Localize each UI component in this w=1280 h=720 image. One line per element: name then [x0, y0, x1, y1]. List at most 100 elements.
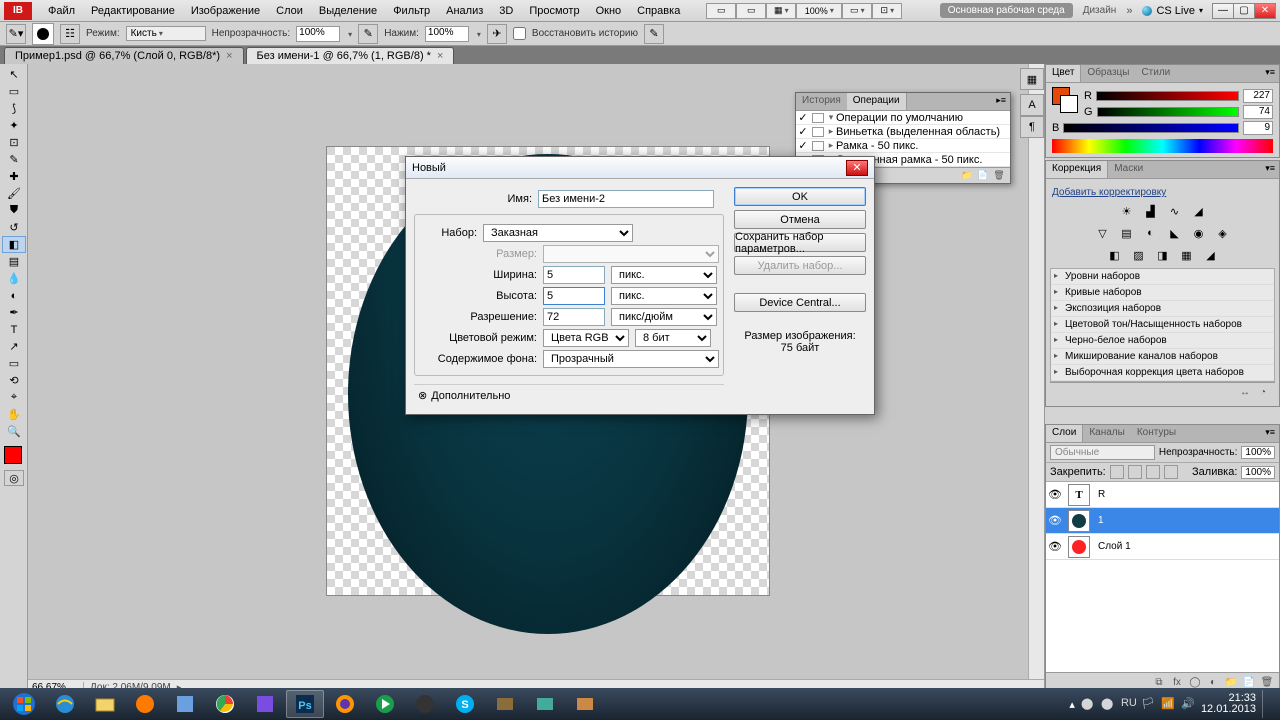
height-input[interactable]: [543, 287, 605, 305]
restore-history-check[interactable]: [513, 27, 526, 40]
vibrance-icon[interactable]: ▽: [1094, 224, 1112, 242]
zoom-tool[interactable]: 🔍: [2, 423, 26, 440]
invert-icon[interactable]: ◧: [1106, 246, 1124, 264]
masks-tab[interactable]: Маски: [1108, 161, 1149, 178]
pressure-size-icon[interactable]: ✎: [644, 24, 664, 44]
tray-icon[interactable]: ⬤: [1101, 697, 1115, 711]
taskbar-chrome[interactable]: [206, 690, 244, 718]
history-tab[interactable]: История: [796, 93, 847, 110]
taskbar-app4[interactable]: [486, 690, 524, 718]
res-input[interactable]: [543, 308, 605, 326]
arrange-dd[interactable]: ▦: [766, 3, 796, 19]
tray-flag-icon[interactable]: 🏳: [1141, 697, 1155, 711]
extras-dd[interactable]: ⊡: [872, 3, 902, 19]
lock-pos-icon[interactable]: [1146, 465, 1160, 479]
type-tool[interactable]: T: [2, 321, 26, 338]
taskbar-explorer[interactable]: [86, 690, 124, 718]
taskbar-media[interactable]: [366, 690, 404, 718]
workspace-design[interactable]: Дизайн: [1077, 3, 1123, 18]
layers-tab[interactable]: Слои: [1046, 425, 1083, 442]
window-minimize[interactable]: —: [1212, 3, 1234, 19]
ok-button[interactable]: OK: [734, 187, 866, 206]
cs-live[interactable]: CS Live▾: [1136, 5, 1209, 17]
foreground-color[interactable]: [4, 446, 22, 464]
gradient-map-icon[interactable]: ▦: [1178, 246, 1196, 264]
posterize-icon[interactable]: ▨: [1130, 246, 1148, 264]
char-icon[interactable]: A: [1020, 94, 1044, 116]
color-tab[interactable]: Цвет: [1046, 65, 1081, 82]
scrollbar-vertical[interactable]: [1028, 64, 1044, 679]
new-set-icon[interactable]: 📁: [960, 169, 974, 183]
lock-trans-icon[interactable]: [1110, 465, 1124, 479]
flow-chev[interactable]: [475, 28, 481, 40]
layer-thumb[interactable]: [1068, 536, 1090, 558]
preset-item[interactable]: Микширование каналов наборов: [1051, 349, 1274, 365]
b-slider[interactable]: [1063, 123, 1239, 133]
channel-mixer-icon[interactable]: ◈: [1214, 224, 1232, 242]
tray-lang[interactable]: RU: [1121, 697, 1135, 711]
tab-close-icon[interactable]: ×: [226, 50, 232, 62]
selective-color-icon[interactable]: ◢: [1202, 246, 1220, 264]
tray-icon[interactable]: ⬤: [1081, 697, 1095, 711]
taskbar-ie[interactable]: [46, 690, 84, 718]
taskbar-photoshop[interactable]: Ps: [286, 690, 324, 718]
height-unit[interactable]: пикс.: [611, 287, 717, 305]
3d-camera-tool[interactable]: ⌖: [2, 389, 26, 406]
menu-edit[interactable]: Редактирование: [83, 2, 183, 20]
blend-mode[interactable]: Обычные: [1050, 445, 1155, 460]
mb-icon[interactable]: ▦: [1020, 68, 1044, 90]
taskbar-app1[interactable]: [126, 690, 164, 718]
preset-item[interactable]: Экспозиция наборов: [1051, 301, 1274, 317]
taskbar-app6[interactable]: [566, 690, 604, 718]
channels-tab[interactable]: Каналы: [1083, 425, 1131, 442]
panel-menu-icon[interactable]: ▾≡: [1261, 161, 1279, 178]
adjustments-tab[interactable]: Коррекция: [1046, 161, 1108, 178]
tray-expand-icon[interactable]: ▴: [1069, 698, 1075, 711]
actions-tab[interactable]: Операции: [847, 93, 907, 110]
mode-select[interactable]: Кисть: [126, 26, 206, 41]
history-brush-tool[interactable]: ↺: [2, 219, 26, 236]
healing-tool[interactable]: ✚: [2, 168, 26, 185]
panel-menu-icon[interactable]: ▾≡: [1261, 425, 1279, 442]
panel-menu-icon[interactable]: ▸≡: [992, 93, 1010, 110]
device-central-button[interactable]: Device Central...: [734, 293, 866, 312]
preset-item[interactable]: Уровни наборов: [1051, 269, 1274, 285]
tray-clock[interactable]: 21:33 12.01.2013: [1201, 693, 1256, 715]
layout-icon-2[interactable]: ▭: [736, 3, 766, 19]
crop-tool[interactable]: ⊡: [2, 134, 26, 151]
preset-select[interactable]: Заказная: [483, 224, 633, 242]
trash-icon[interactable]: 🗑: [992, 169, 1006, 183]
visibility-icon[interactable]: 👁: [1046, 540, 1064, 553]
preset-item[interactable]: Кривые наборов: [1051, 285, 1274, 301]
screen-mode-dd[interactable]: ▭: [842, 3, 872, 19]
clip-icon[interactable]: ◔: [1255, 385, 1271, 401]
layer-fill[interactable]: 100%: [1241, 466, 1275, 479]
flow-input[interactable]: 100%: [425, 26, 469, 42]
g-slider[interactable]: [1097, 107, 1239, 117]
new-action-icon[interactable]: 📄: [976, 169, 990, 183]
add-adjustment-link[interactable]: Добавить корректировку: [1052, 187, 1273, 198]
menu-help[interactable]: Справка: [629, 2, 688, 20]
document-tab[interactable]: Пример1.psd @ 66,7% (Слой 0, RGB/8*)×: [4, 47, 244, 64]
taskbar-steam[interactable]: [406, 690, 444, 718]
tool-preset[interactable]: ✎▾: [6, 24, 26, 44]
opacity-chev[interactable]: [346, 28, 352, 40]
para-icon[interactable]: ¶: [1020, 116, 1044, 138]
brightness-icon[interactable]: ☀: [1118, 202, 1136, 220]
advanced-toggle[interactable]: ⊗: [418, 389, 427, 402]
b-value[interactable]: 9: [1243, 121, 1273, 135]
eyedropper-tool[interactable]: ✎: [2, 151, 26, 168]
lock-pixels-icon[interactable]: [1128, 465, 1142, 479]
r-value[interactable]: 227: [1243, 89, 1273, 103]
menu-window[interactable]: Окно: [588, 2, 630, 20]
bw-icon[interactable]: ◣: [1166, 224, 1184, 242]
res-unit[interactable]: пикс/дюйм: [611, 308, 717, 326]
brush-panel-toggle[interactable]: ☷: [60, 24, 80, 44]
workspace-current[interactable]: Основная рабочая среда: [940, 3, 1073, 18]
start-button[interactable]: [4, 690, 44, 718]
dialog-close[interactable]: ✕: [846, 160, 868, 176]
opacity-input[interactable]: 100%: [296, 26, 340, 42]
bg-select[interactable]: Прозрачный: [543, 350, 719, 368]
path-tool[interactable]: ↗: [2, 338, 26, 355]
tray-network-icon[interactable]: 📶: [1161, 697, 1175, 711]
